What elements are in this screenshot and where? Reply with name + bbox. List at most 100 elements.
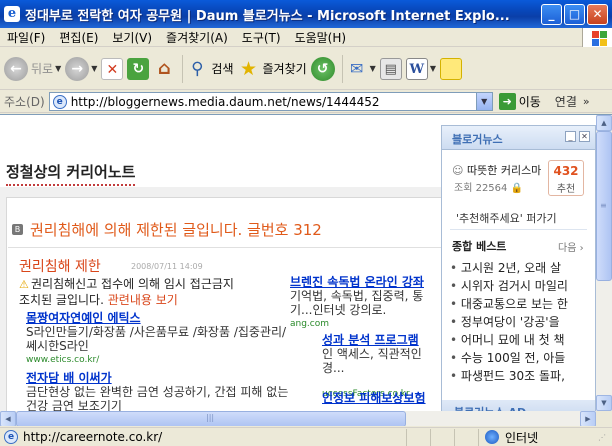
- toolbar: ← 뒤로 ▼ → ▼ ✕ ↻ ⌂ ⚲ 검색 ★ 즐겨찾기 ↺ ✉ ▼ ▤ W ▼: [0, 48, 612, 90]
- ad-item[interactable]: 브렌진 속독법 온라인 강좌 기억법, 속독법, 집중력, 통기...인터넷 강…: [290, 275, 442, 331]
- back-label: 뒤로: [31, 62, 54, 76]
- chevron-right-icon[interactable]: »: [583, 95, 590, 108]
- widget-ad-banner[interactable]: 블로거뉴스 AD: [442, 400, 595, 411]
- ad-body: 기억법, 속독법, 집중력, 통기...인터넷 강의로.: [290, 289, 424, 317]
- forward-arrow-icon: →: [65, 56, 90, 81]
- favorites-button[interactable]: ★ 즐겨찾기: [238, 53, 307, 85]
- back-button[interactable]: ← 뒤로 ▼: [4, 53, 61, 85]
- mail-icon: ✉: [349, 58, 364, 78]
- blog-title[interactable]: 정철상의 커리어노트: [6, 161, 136, 186]
- address-dropdown-button[interactable]: ▼: [475, 93, 492, 110]
- menu-view[interactable]: 보기(V): [105, 29, 159, 46]
- vertical-scrollbar[interactable]: ▲ ≡ ▼: [596, 115, 612, 411]
- ad-url[interactable]: ang.com: [290, 317, 442, 331]
- security-zone[interactable]: 인터넷: [478, 428, 598, 446]
- search-button[interactable]: ⚲ 검색: [186, 53, 233, 85]
- widget-minimize-button[interactable]: _: [565, 131, 576, 142]
- next-link[interactable]: 다음 ›: [558, 239, 584, 254]
- page-icon: e: [52, 94, 67, 109]
- widget-title: 블로거뉴스: [452, 133, 503, 146]
- go-button[interactable]: ➜ 이동: [498, 93, 541, 110]
- search-icon: ⚲: [191, 58, 204, 79]
- bloggernews-widget: 블로거뉴스 _ ✕ ☺ 따뜻한 커리스마 조회 22564 🔒 432 추천 '…: [441, 125, 596, 411]
- ad-item[interactable]: 전자담 배 이써가 금단현상 없는 완벽한 금연 성공하기, 간접 피해 없는 …: [26, 371, 290, 411]
- best-list-item[interactable]: 대중교통으로 보는 한: [450, 295, 592, 313]
- windows-logo-icon: [582, 28, 612, 47]
- widget-blog-name[interactable]: ☺ 따뜻한 커리스마: [452, 162, 541, 178]
- ad-title[interactable]: 전자담 배 이써가: [26, 371, 290, 385]
- links-button[interactable]: 연결: [555, 93, 577, 110]
- restriction-description: ⚠ 권리침해신고 접수에 의해 임시 접근금지 조치된 글입니다. 관련내용 보기: [19, 276, 289, 308]
- print-button[interactable]: ▤: [379, 53, 402, 85]
- resize-grip-icon[interactable]: ⋰: [598, 433, 612, 442]
- stop-button[interactable]: ✕: [101, 53, 124, 85]
- best-list-item[interactable]: 어머니 묘에 내 첫 책: [450, 331, 592, 349]
- address-input[interactable]: e http://bloggernews.media.daum.net/news…: [48, 92, 493, 111]
- ad-item[interactable]: 몸짱여자연예인 에틱스 S라인만들기/화장품 /사은품무료 /화장품 /집중관리…: [26, 311, 290, 367]
- history-icon: ↺: [310, 56, 335, 81]
- scroll-up-button[interactable]: ▲: [596, 115, 612, 131]
- best-list-item[interactable]: 정부여당이 '강공'을: [450, 313, 592, 331]
- refresh-icon: ↻: [127, 57, 150, 80]
- ad-item[interactable]: 인정보 피해보상보험: [322, 391, 442, 405]
- maximize-button[interactable]: □: [564, 3, 585, 25]
- scroll-right-button[interactable]: ▶: [580, 411, 596, 426]
- close-button[interactable]: ✕: [587, 3, 608, 25]
- scroll-left-button[interactable]: ◀: [0, 411, 16, 426]
- scroll-grip-icon: |||: [206, 413, 215, 422]
- history-button[interactable]: ↺: [310, 53, 335, 85]
- blog-name[interactable]: 따뜻한 커리스마: [467, 164, 541, 177]
- notice-heading: B 권리침해에 의해 제한된 글입니다. 글번호 312: [12, 219, 322, 240]
- best-title: 종합 베스트: [452, 240, 507, 253]
- mail-button[interactable]: ✉ ▼: [346, 53, 376, 85]
- recommend-box[interactable]: 432 추천: [548, 160, 584, 196]
- forward-button[interactable]: → ▼: [65, 53, 97, 85]
- ad-url[interactable]: www.etics.co.kr/: [26, 353, 290, 367]
- menu-edit[interactable]: 편집(E): [52, 29, 105, 46]
- refresh-button[interactable]: ↻: [127, 53, 150, 85]
- restriction-title: 권리침해 제한: [19, 259, 101, 275]
- share-widget-link[interactable]: '추천해주세요' 퍼가기: [456, 210, 557, 226]
- widget-views: 조회 22564 🔒: [454, 179, 523, 194]
- warning-icon: ⚠: [19, 278, 29, 291]
- horizontal-scrollbar[interactable]: ◀ ||| ▶: [0, 411, 596, 426]
- home-icon: ⌂: [157, 57, 171, 79]
- sticky-note-icon: [439, 57, 462, 80]
- chevron-down-icon[interactable]: ▼: [430, 64, 436, 73]
- related-link[interactable]: 관련내용 보기: [108, 293, 178, 307]
- chevron-down-icon[interactable]: ▼: [370, 64, 376, 73]
- chevron-down-icon[interactable]: ▼: [91, 64, 97, 73]
- favorites-label: 즐겨찾기: [262, 62, 307, 76]
- status-bar: e http://careernote.co.kr/ 인터넷 ⋰: [0, 427, 612, 446]
- scroll-down-button[interactable]: ▼: [596, 395, 612, 411]
- post-date: 2008/07/11 14:09: [131, 262, 203, 271]
- best-list: 고시원 2년, 오래 살 시위자 검거시 마일리 대중교통으로 보는 한 정부여…: [450, 259, 592, 385]
- address-url[interactable]: http://bloggernews.media.daum.net/news/1…: [71, 95, 380, 109]
- menu-tools[interactable]: 도구(T): [235, 29, 288, 46]
- menu-favorites[interactable]: 즐겨찾기(A): [159, 29, 235, 46]
- status-pane: [430, 428, 454, 446]
- bullet-icon: B: [12, 224, 23, 235]
- edit-button[interactable]: W ▼: [405, 53, 436, 85]
- ad-title[interactable]: 인정보 피해보상보험: [322, 391, 442, 405]
- minimize-button[interactable]: _: [541, 3, 562, 25]
- recommend-count: 432: [553, 164, 579, 178]
- widget-close-button[interactable]: ✕: [579, 131, 590, 142]
- home-button[interactable]: ⌂: [153, 53, 175, 85]
- best-list-item[interactable]: 시위자 검거시 마일리: [450, 277, 592, 295]
- lightbulb-icon: ☺: [452, 164, 464, 177]
- menu-file[interactable]: 파일(F): [0, 29, 52, 46]
- ad-title[interactable]: 브렌진 속독법 온라인 강좌: [290, 275, 442, 289]
- zone-label: 인터넷: [505, 430, 539, 445]
- ad-title[interactable]: 성과 분석 프로그램: [322, 333, 442, 347]
- best-list-item[interactable]: 수능 100일 전, 아들: [450, 349, 592, 367]
- notes-button[interactable]: [439, 53, 462, 85]
- window-title: 정대부로 전락한 여자 공무원 | Daum 블로거뉴스 - Microsoft…: [25, 8, 510, 24]
- best-list-item[interactable]: 고시원 2년, 오래 살: [450, 259, 592, 277]
- best-list-item[interactable]: 파생펀드 30조 돌파,: [450, 367, 592, 385]
- menu-help[interactable]: 도움말(H): [288, 29, 354, 46]
- chevron-down-icon[interactable]: ▼: [55, 64, 61, 73]
- divider: [8, 247, 448, 248]
- ad-body: 금단현상 없는 완벽한 금연 성공하기, 간접 피해 없는 건강 금연 보조기기: [26, 385, 289, 411]
- ad-title[interactable]: 몸짱여자연예인 에틱스: [26, 311, 290, 325]
